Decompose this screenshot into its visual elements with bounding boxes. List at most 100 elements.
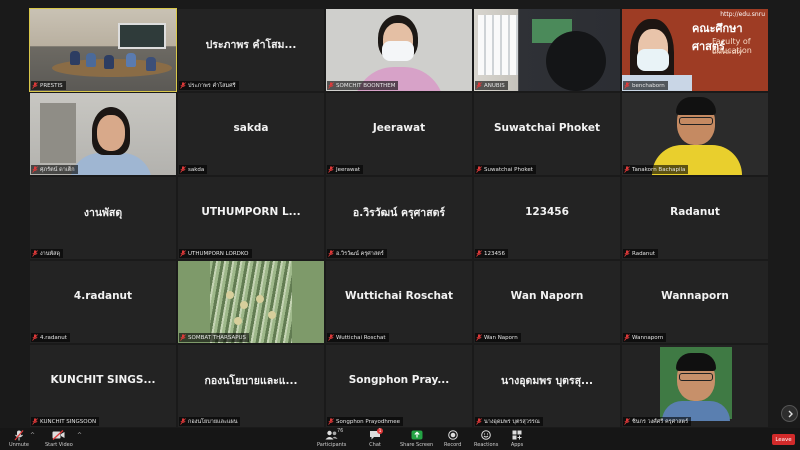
participant-tile[interactable]: PRESTIS (29, 8, 177, 92)
muted-mic-icon (12, 429, 26, 441)
apps-grid-icon (510, 429, 524, 441)
participant-tile[interactable]: คณะศึกษาศาสตร์ Faculty of Education Univer… (622, 9, 768, 91)
participant-display-name: Wuttichai Roschat (344, 290, 454, 302)
participant-video (30, 9, 176, 91)
record-label: Record (444, 442, 462, 448)
muted-mic-icon (624, 166, 630, 173)
banner-subtitle-2: University (712, 49, 743, 56)
participant-tile[interactable]: Wan Naporn Wan Naporn (474, 261, 620, 343)
participant-display-name: งานพัสดุ (83, 206, 123, 219)
participant-display-name: Jeerawat (372, 122, 426, 134)
participant-name-label: Jeerawat (327, 165, 364, 174)
participant-label-text: 4.radanut (40, 334, 67, 341)
muted-mic-icon (32, 334, 38, 341)
participants-label: Participants (317, 442, 347, 448)
participant-display-name: Songphon Pray... (348, 374, 450, 386)
participant-label-text: SOMBAT THARSAPUS (188, 334, 247, 341)
participant-tile[interactable]: ศุภรัตน์ ดาเต็ก (30, 93, 176, 175)
muted-mic-icon (328, 334, 334, 341)
participant-tile[interactable]: งานพัสดุ งานพัสดุ (30, 177, 176, 259)
muted-mic-icon (328, 418, 334, 425)
participant-label-text: Wan Naporn (484, 334, 518, 341)
participant-display-name: นางอุดมพร บุตรสุ... (501, 374, 593, 387)
participant-tile[interactable]: Suwatchai Phoket Suwatchai Phoket (474, 93, 620, 175)
participant-name-label: benchaborn (623, 81, 668, 90)
participant-tile[interactable]: อ.วิรวัฒน์ ครุศาสตร์ อ.วิรวัฒน์ ครุศาสตร์ (326, 177, 472, 259)
chat-unread-badge: 1 (377, 428, 383, 434)
participant-label-text: PRESTIS (40, 82, 63, 89)
participant-tile[interactable]: ชินกร วงศ์ศรี ครุศาสตร์ (622, 345, 768, 427)
participant-name-label: 4.radanut (31, 333, 70, 342)
meeting-toolbar: Unmute ^ Start Video ^ Participants 76 C… (0, 428, 800, 450)
participant-video (622, 93, 768, 175)
participant-label-text: Wuttichai Roschat (336, 334, 386, 341)
participant-tile[interactable]: SOMBAT THARSAPUS (178, 261, 324, 343)
participant-label-text: อ.วิรวัฒน์ ครุศาสตร์ (336, 250, 384, 257)
participant-display-name: KUNCHIT SINGS... (50, 374, 156, 386)
reactions-button[interactable]: Reactions (474, 429, 498, 448)
participant-tile[interactable]: กองนโยบายและแ... กองนโยบายและแผน (178, 345, 324, 427)
start-video-button[interactable]: Start Video (45, 429, 73, 448)
participant-name-label: Wan Naporn (475, 333, 521, 342)
participant-name-label: กองนโยบายและแผน (179, 417, 241, 426)
participant-tile[interactable]: ประภาพร คำโสม... ประภาพร คำโสมศรี (178, 9, 324, 91)
banner-url: http://edu.snru (720, 11, 765, 18)
muted-mic-icon (180, 82, 186, 89)
participant-display-name: Wan Naporn (510, 290, 584, 302)
muted-mic-icon (476, 82, 482, 89)
participant-name-label: งานพัสดุ (31, 249, 64, 258)
participant-label-text: Tanakorn Bachapila (632, 166, 686, 173)
participant-video (326, 9, 472, 91)
muted-mic-icon (476, 166, 482, 173)
participant-label-text: ศุภรัตน์ ดาเต็ก (40, 166, 75, 173)
participant-label-text: UTHUMPORN LORDKO (188, 250, 249, 257)
muted-mic-icon (180, 166, 186, 173)
muted-mic-icon (180, 250, 186, 257)
next-page-button[interactable] (781, 405, 798, 422)
participant-tile[interactable]: SOMCHIT BOONTHEM (326, 9, 472, 91)
participant-label-text: งานพัสดุ (40, 250, 61, 257)
participant-name-label: KUNCHIT SINGSOON (31, 417, 100, 426)
participant-tile[interactable]: KUNCHIT SINGS... KUNCHIT SINGSOON (30, 345, 176, 427)
participant-tile[interactable]: นางอุดมพร บุตรสุ... นางอุดมพร บุตรสุวรรณ (474, 345, 620, 427)
participant-tile[interactable]: ANUBIS (474, 9, 620, 91)
participant-tile[interactable]: UTHUMPORN L... UTHUMPORN LORDKO (178, 177, 324, 259)
participant-name-label: UTHUMPORN LORDKO (179, 249, 252, 258)
unmute-button[interactable]: Unmute (9, 429, 29, 448)
muted-mic-icon (328, 250, 334, 257)
participant-name-label: sakda (179, 165, 208, 174)
participant-label-text: Songphon Prayodhmee (336, 418, 400, 425)
participant-tile[interactable]: Radanut Radanut (622, 177, 768, 259)
smiley-icon (479, 429, 493, 441)
start-video-label: Start Video (45, 442, 73, 448)
participant-name-label: 123456 (475, 249, 508, 258)
audio-options-caret[interactable]: ^ (30, 432, 35, 439)
participant-tile[interactable]: Songphon Pray... Songphon Prayodhmee (326, 345, 472, 427)
participant-tile[interactable]: sakda sakda (178, 93, 324, 175)
video-off-icon (52, 429, 66, 441)
share-screen-button[interactable]: Share Screen (400, 429, 433, 448)
reactions-label: Reactions (474, 442, 499, 448)
participant-tile[interactable]: 4.radanut 4.radanut (30, 261, 176, 343)
participant-tile[interactable]: Wannaporn Wannaporn (622, 261, 768, 343)
participant-video (474, 9, 620, 91)
participant-label-text: กองนโยบายและแผน (188, 418, 238, 425)
participant-name-label: อ.วิรวัฒน์ ครุศาสตร์ (327, 249, 387, 258)
participant-name-label: ศุภรัตน์ ดาเต็ก (31, 165, 78, 174)
participant-name-label: Wuttichai Roschat (327, 333, 389, 342)
participant-label-text: sakda (188, 166, 205, 173)
participant-tile[interactable]: Tanakorn Bachapila (622, 93, 768, 175)
participant-tile[interactable]: Jeerawat Jeerawat (326, 93, 472, 175)
participant-tile[interactable]: 123456 123456 (474, 177, 620, 259)
participant-tile[interactable]: Wuttichai Roschat Wuttichai Roschat (326, 261, 472, 343)
video-options-caret[interactable]: ^ (77, 432, 82, 439)
muted-mic-icon (624, 418, 630, 425)
muted-mic-icon (476, 250, 482, 257)
muted-mic-icon (32, 166, 38, 173)
video-gallery: PRESTIS ประภาพร คำโสม... ประภาพร คำโสมศรี S… (29, 8, 768, 427)
record-button[interactable]: Record (444, 429, 461, 448)
apps-button[interactable]: Apps (510, 429, 524, 448)
participant-name-label: Tanakorn Bachapila (623, 165, 689, 174)
participant-display-name: กองนโยบายและแ... (204, 374, 298, 387)
leave-button[interactable]: Leave (772, 434, 795, 445)
